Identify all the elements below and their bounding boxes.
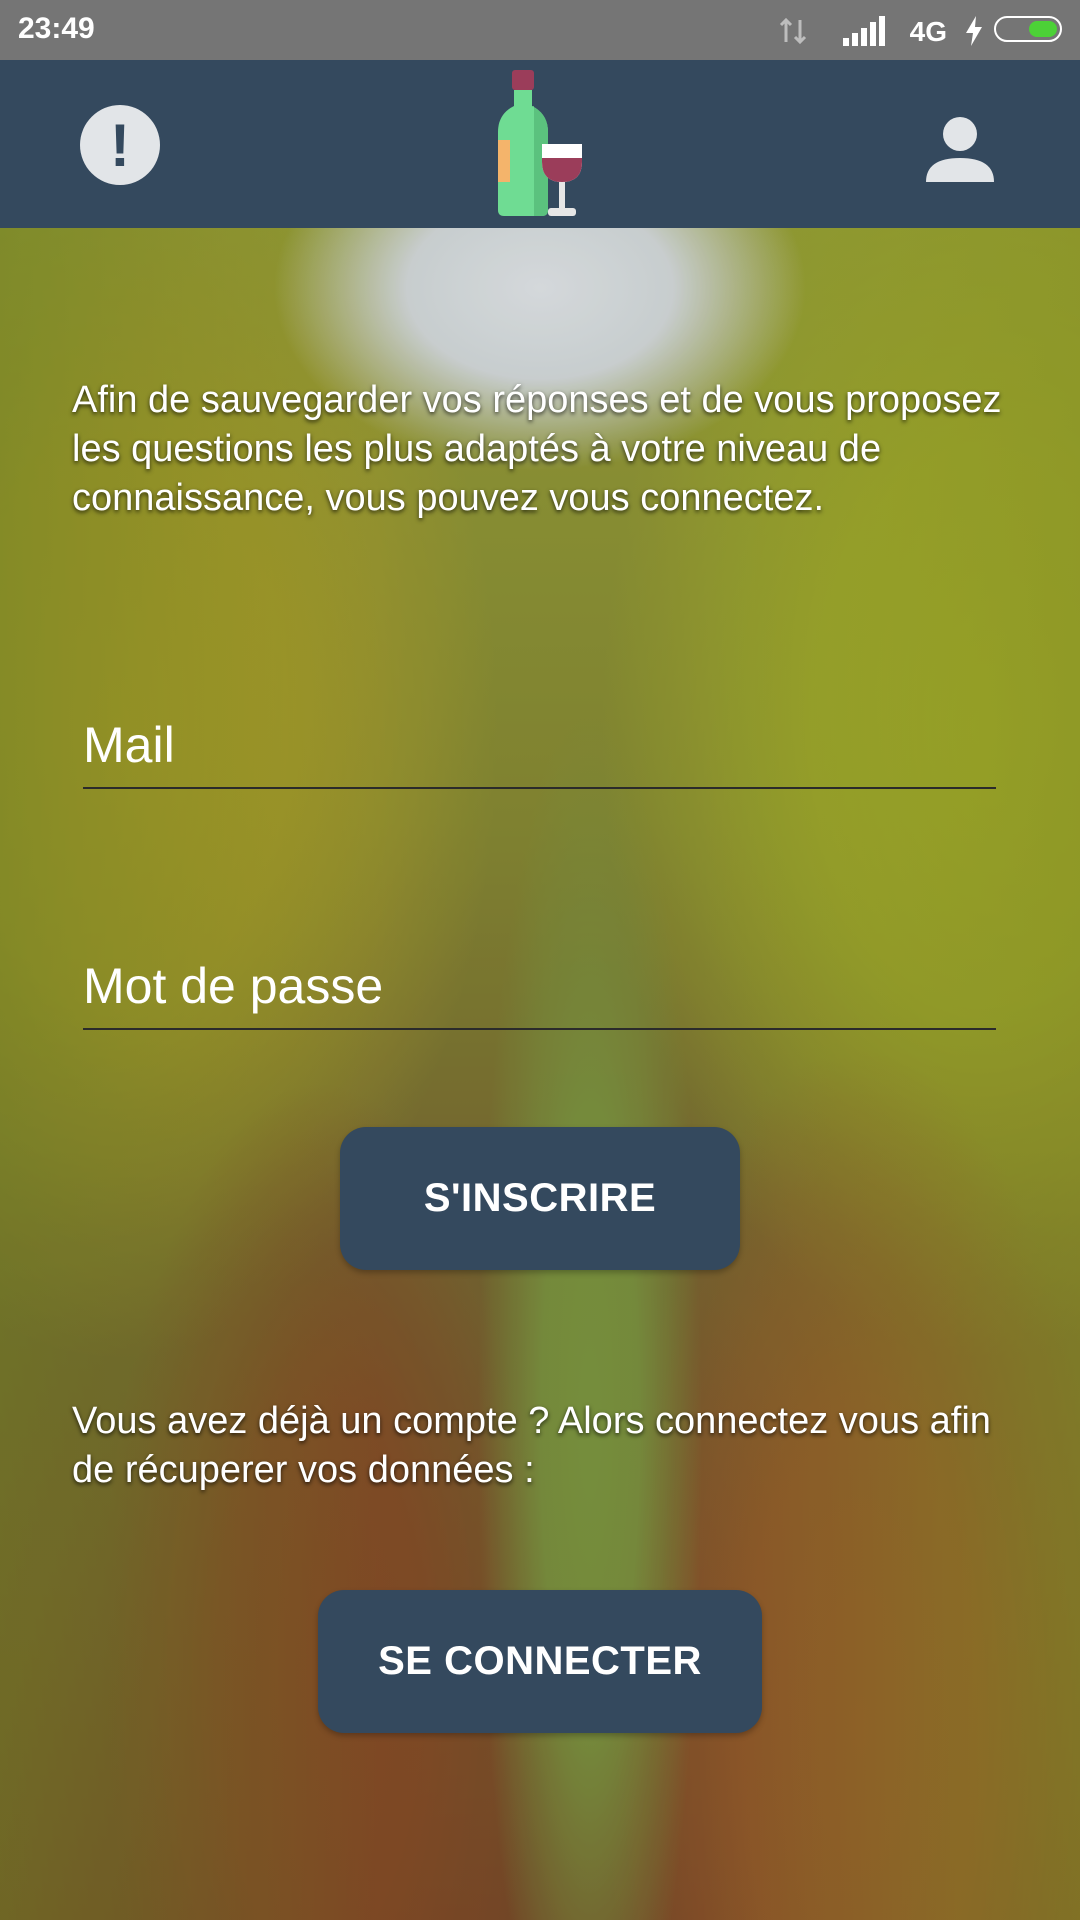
battery-level [1029,21,1057,37]
user-icon[interactable] [920,110,1000,190]
password-field[interactable] [83,948,996,1030]
signal-icon [843,16,885,46]
signup-button[interactable]: S'INSCRIRE [340,1127,740,1270]
intro-text: Afin de sauvegarder vos réponses et de v… [72,379,1002,519]
status-bar: 23:49 4G [0,0,1080,60]
status-time: 23:49 [18,12,95,45]
network-type: 4G [909,16,947,47]
login-button[interactable]: SE CONNECTER [318,1590,762,1733]
charging-bolt-icon [966,16,982,46]
status-icons: 4G [762,10,1062,50]
wine-bottle-glass-logo [498,70,582,216]
login-prompt-text: Vous avez déjà un compte ? Alors connect… [72,1400,991,1491]
data-arrows-icon [779,17,807,45]
alert-circle-icon[interactable]: ! [80,105,160,185]
exclamation-mark: ! [110,112,130,179]
mail-field[interactable] [83,707,996,789]
app-header: ! [0,60,1080,228]
password-input[interactable] [83,954,996,1018]
battery-icon [994,16,1062,42]
mail-input[interactable] [83,713,996,777]
